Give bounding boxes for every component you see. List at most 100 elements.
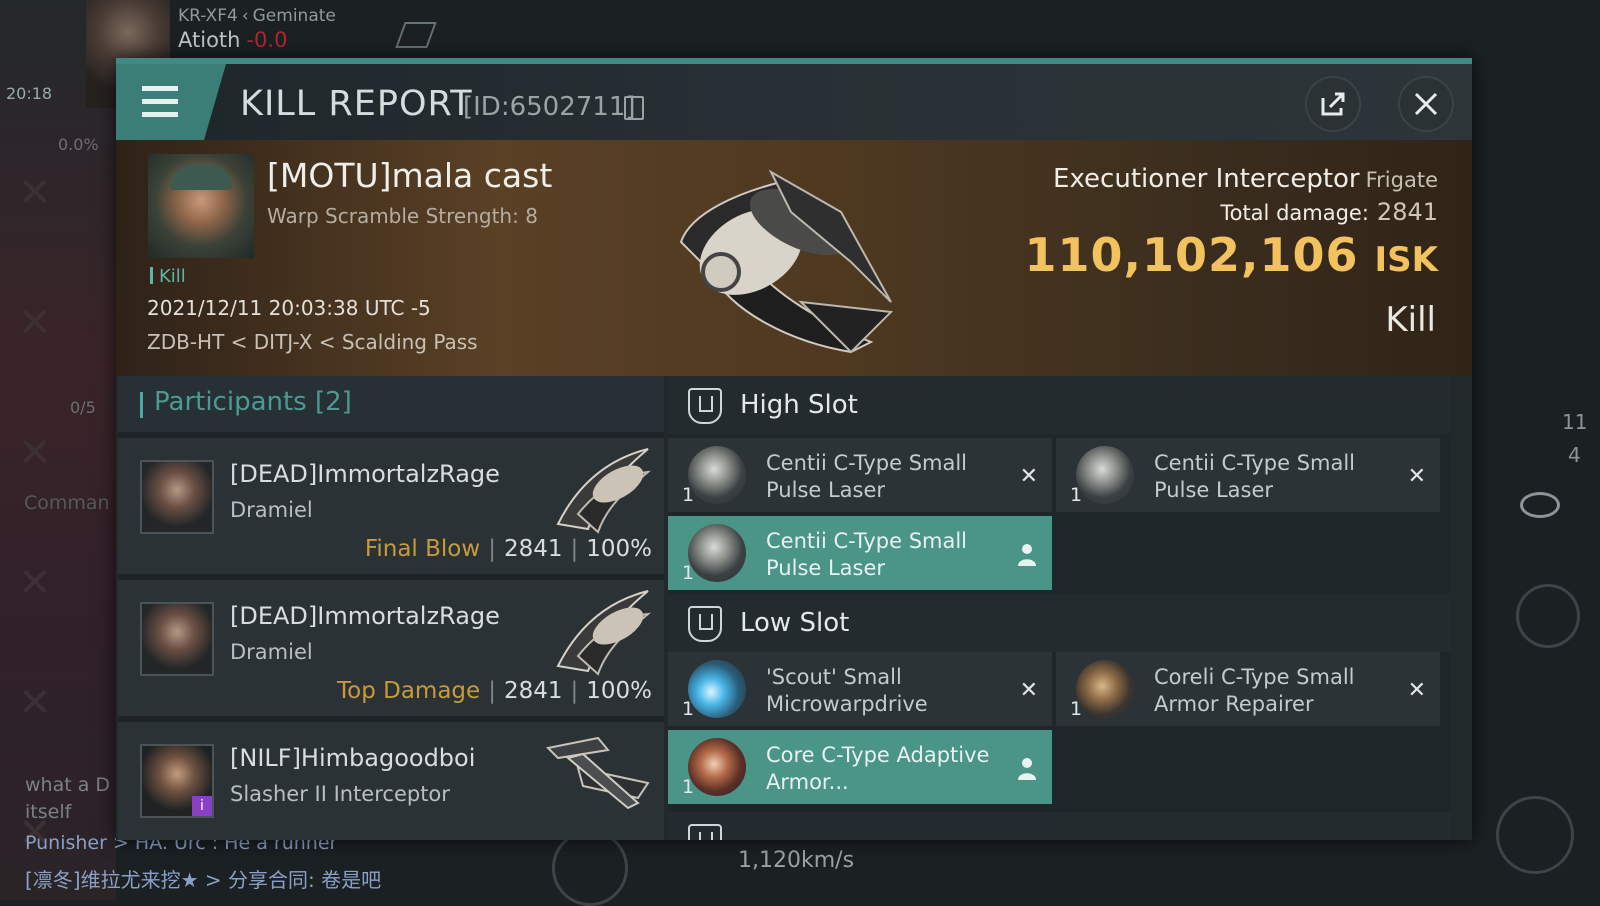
victim-ship-image[interactable]	[651, 152, 911, 364]
isk-value: 110,102,106	[1024, 228, 1359, 282]
dropped-pilot-icon	[1016, 756, 1038, 786]
low-slot-title: Low Slot	[740, 608, 850, 638]
fitting-section: High Slot 1 Centii C-Type Small Pulse La…	[668, 376, 1450, 840]
destroyed-x-icon: ✕	[1019, 678, 1038, 703]
section-bar	[140, 392, 143, 418]
participant-ship-image	[556, 448, 652, 534]
close-button[interactable]	[1398, 76, 1454, 132]
participant-damage: 2841	[503, 536, 563, 562]
armor-repairer-icon	[1076, 660, 1134, 718]
victim-name[interactable]: [MOTU]mala cast	[267, 156, 552, 195]
participant-ship: Slasher II Interceptor	[230, 782, 450, 806]
pulse-laser-icon	[688, 446, 746, 504]
high-slot-title: High Slot	[740, 390, 858, 420]
eye-icon[interactable]	[1520, 492, 1560, 518]
module-name: Centii C-Type Small Pulse Laser	[766, 529, 968, 580]
participants-section: Participants [2] [DEAD]ImmortalzRage Dra…	[118, 376, 664, 840]
divider: |	[570, 678, 579, 704]
module-qty: 1	[682, 484, 695, 506]
adaptive-armor-icon	[688, 738, 746, 796]
participant-percent: 100%	[586, 536, 652, 562]
autopilot-button[interactable]	[1496, 796, 1574, 874]
total-damage-value: 2841	[1376, 198, 1438, 226]
close-icon: ✕	[18, 430, 52, 476]
system-name: Atioth -0.0	[178, 28, 288, 52]
copy-icon[interactable]	[624, 96, 644, 120]
participant-portrait	[140, 460, 214, 534]
system-breadcrumb[interactable]: KR-XF4 ‹ Geminate	[178, 6, 336, 26]
ship-class: Frigate	[1365, 168, 1438, 192]
panel-header: KILL REPORT [ID:6502711]	[116, 64, 1472, 140]
module-name: 'Scout' Small Microwarpdrive	[766, 665, 928, 716]
slot-counter: 0/5	[70, 398, 96, 417]
slot-shield-icon	[688, 606, 722, 642]
close-icon: ✕	[18, 680, 52, 726]
flag-icon[interactable]	[395, 22, 437, 48]
close-icon: ✕	[18, 170, 52, 216]
destroyed-x-icon: ✕	[1407, 678, 1426, 703]
cargo-percent: 0.0%	[58, 135, 99, 154]
victim-ship-name[interactable]: Executioner Interceptor Frigate	[1053, 164, 1438, 194]
victim-portrait[interactable]	[148, 154, 254, 258]
participant-row[interactable]: [DEAD]ImmortalzRage Dramiel Top Damage | 2…	[118, 580, 664, 716]
participant-row[interactable]: i [NILF]Himbagoodboi Slasher II Intercep…	[118, 722, 664, 840]
participants-title: Participants [2]	[154, 387, 352, 417]
command-label: Comman	[24, 492, 110, 514]
slot-shield-icon	[688, 388, 722, 424]
participant-percent: 100%	[586, 678, 652, 704]
participant-row[interactable]: [DEAD]ImmortalzRage Dramiel Final Blow | 2…	[118, 438, 664, 574]
share-button[interactable]	[1305, 76, 1361, 132]
module-qty: 1	[1070, 698, 1083, 720]
mid-slot-header	[668, 812, 1450, 840]
module-slot[interactable]: 1 Coreli C-Type Small Armor Repairer ✕	[1056, 652, 1440, 726]
module-name: Core C-Type Adaptive Armor...	[766, 743, 990, 794]
participant-damage: 2841	[503, 678, 563, 704]
hostile-count: 11	[1562, 410, 1588, 434]
participant-ship-image	[556, 590, 652, 676]
module-name: Coreli C-Type Small Armor Repairer	[1154, 665, 1355, 716]
module-name: Centii C-Type Small Pulse Laser	[1154, 451, 1356, 502]
total-damage: Total damage: 2841	[1220, 198, 1438, 226]
participant-ship: Dramiel	[230, 498, 313, 522]
participant-portrait: i	[140, 744, 214, 818]
module-slot[interactable]: 1 'Scout' Small Microwarpdrive ✕	[668, 652, 1052, 726]
kill-location[interactable]: ZDB-HT < DITJ-X < Scalding Pass	[147, 330, 478, 354]
module-slot[interactable]: 1 Centii C-Type Small Pulse Laser ✕	[668, 438, 1052, 512]
close-icon: ✕	[18, 300, 52, 346]
module-slot[interactable]: 1 Centii C-Type Small Pulse Laser	[668, 516, 1052, 590]
participant-ship: Dramiel	[230, 640, 313, 664]
clock: 20:18	[6, 84, 53, 103]
chevron-left-icon: ‹	[241, 6, 249, 26]
system-id: KR-XF4	[178, 6, 238, 26]
module-qty: 1	[682, 698, 695, 720]
report-id: [ID:6502711]	[463, 92, 636, 122]
module-slot[interactable]: 1 Centii C-Type Small Pulse Laser ✕	[1056, 438, 1440, 512]
menu-icon	[142, 86, 178, 91]
victim-subtitle: Warp Scramble Strength: 8	[267, 204, 538, 228]
participant-role: Top Damage	[337, 678, 481, 704]
menu-button[interactable]	[116, 64, 226, 140]
menu-icon	[142, 112, 178, 117]
participant-role: Final Blow	[364, 536, 481, 562]
participant-name: [DEAD]ImmortalzRage	[230, 460, 500, 488]
pulse-laser-icon	[1076, 446, 1134, 504]
participant-stats: Final Blow | 2841 | 100%	[365, 536, 652, 562]
low-slot-header: Low Slot	[668, 594, 1450, 652]
pulse-laser-icon	[688, 524, 746, 582]
chat-line: [凛冬]维拉尤来挖★ > 分享合同: 卷是吧	[25, 868, 382, 892]
participant-name: [DEAD]ImmortalzRage	[230, 602, 500, 630]
participants-header: Participants [2]	[118, 376, 664, 432]
isk-value-row: 110,102,106 ISK	[1025, 228, 1439, 282]
destroyed-x-icon: ✕	[1407, 464, 1426, 489]
share-icon	[1321, 92, 1345, 116]
security-status: -0.0	[246, 28, 288, 52]
module-slot[interactable]: 1 Core C-Type Adaptive Armor...	[668, 730, 1052, 804]
camera-button[interactable]	[552, 830, 628, 906]
close-icon: ✕	[18, 560, 52, 606]
dropped-pilot-icon	[1016, 542, 1038, 572]
victim-banner: [MOTU]mala cast Warp Scramble Strength: …	[116, 140, 1472, 376]
participant-portrait	[140, 602, 214, 676]
swap-button[interactable]	[1516, 584, 1580, 648]
neutral-count: 4	[1568, 443, 1581, 467]
module-name: Centii C-Type Small Pulse Laser	[766, 451, 968, 502]
